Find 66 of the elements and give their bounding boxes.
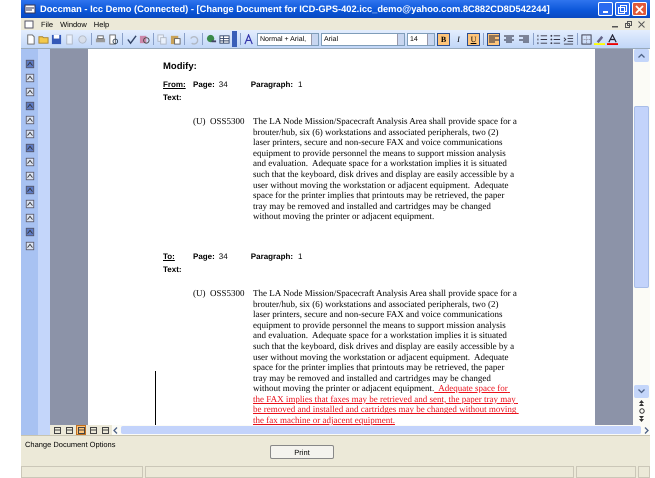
next-page-icon[interactable] <box>639 416 644 422</box>
indent-icon[interactable] <box>563 34 574 44</box>
chevron-up-icon <box>638 53 645 58</box>
view-button[interactable] <box>76 425 86 435</box>
window-title: Doccman - Icc Demo (Connected) - [Change Document for ICD-GPS-402.icc_demo@yahoo.com.8C882CD8D542244] <box>40 4 551 14</box>
modify-heading: Modify: <box>163 61 198 72</box>
styles-icon[interactable] <box>244 34 255 44</box>
view-button[interactable] <box>100 425 110 435</box>
paste-icon[interactable] <box>170 34 181 44</box>
numbered-list-icon[interactable] <box>537 34 548 44</box>
paragraph-label: Paragraph: <box>250 80 294 89</box>
browse-object-icon[interactable] <box>638 408 644 414</box>
chevron-down-icon <box>638 389 645 394</box>
preview-icon[interactable] <box>108 34 119 44</box>
paragraph-number: 1 <box>298 252 302 261</box>
section-label: To: <box>163 252 176 261</box>
previous-page-icon[interactable] <box>639 400 644 406</box>
spellcheck-icon[interactable] <box>126 34 137 44</box>
requirement-id: OSS5300 <box>210 116 246 128</box>
classification-marking: (U) <box>193 116 206 128</box>
requirement-id: OSS5300 <box>210 288 246 300</box>
paragraph-label: Paragraph: <box>250 252 294 261</box>
print-icon[interactable] <box>95 34 106 44</box>
new-page-icon[interactable] <box>25 34 36 44</box>
view-button[interactable] <box>64 425 74 435</box>
requirement-text: The LA Node Mission/Spacecraft Analysis Area shall provide space for a brouter/hub, six (6) workstations and associated peripherals, two (2) laser printers, secure and non-secure FAX and voice communications equipment to provide personnel the means to support mission analysis and evaluation. Adequate space for a workstation implies it is situated such that the keyboard, disk drives and display are easily accessible by a user without moving the workstation or adjacent equipment. Adequate space for the printer implies that printouts may be retrieved, the paper tray may be removed and installed and cartridges may be changed without moving the printer or adjacent equipment. <box>253 116 517 222</box>
table-icon[interactable] <box>219 34 230 44</box>
format-button[interactable]: I <box>452 32 465 46</box>
minimize-button[interactable] <box>598 2 613 16</box>
close-icon[interactable] <box>638 20 645 28</box>
format-button[interactable]: B <box>437 32 450 46</box>
format-button[interactable]: U <box>467 32 480 46</box>
bullet-list-icon[interactable] <box>550 34 561 44</box>
view-button[interactable] <box>88 425 98 435</box>
scroll-thumb[interactable] <box>634 106 649 288</box>
vertical-scrollbar[interactable] <box>633 49 650 425</box>
paragraph-number: 1 <box>298 80 302 89</box>
text-label: Text: <box>163 93 183 102</box>
highlighter-icon[interactable] <box>594 34 605 44</box>
border-icon[interactable] <box>581 34 592 44</box>
page-label: Page: <box>193 80 215 89</box>
scroll-down-button[interactable] <box>634 385 649 398</box>
close-icon <box>635 4 644 14</box>
maximize-button[interactable] <box>615 2 630 16</box>
chevron-right-icon[interactable] <box>644 426 650 434</box>
close-button[interactable] <box>632 2 647 16</box>
save-icon[interactable] <box>51 34 62 44</box>
document-icon <box>24 20 34 28</box>
text-label: Text: <box>163 264 183 274</box>
scroll-up-button[interactable] <box>634 49 649 62</box>
folder-icon[interactable] <box>38 34 49 44</box>
section-label: From: <box>163 80 187 89</box>
chevron-left-icon[interactable] <box>112 426 118 434</box>
align-left-button[interactable] <box>487 32 500 46</box>
page-number: 34 <box>218 80 229 89</box>
scroll-thumb[interactable] <box>121 426 641 434</box>
classification-marking: (U) <box>193 288 206 300</box>
page-number: 34 <box>218 252 229 261</box>
font-color-icon[interactable] <box>607 34 618 44</box>
page-label: Page: <box>193 252 215 261</box>
align-center-button[interactable] <box>502 32 515 46</box>
view-button[interactable] <box>52 425 62 435</box>
horizontal-scrollbar[interactable] <box>112 425 650 435</box>
app-icon <box>24 3 36 15</box>
requirement-text: The LA Node Mission/Spacecraft Analysis Area shall provide space for a brouter/hub, six (6) workstations and associated peripherals, two (2) laser printers, secure and non-secure FAX and voice communications equipment to provide personnel the means to support mission analysis and evaluation. Adequate space for a workstation implies it is situated such that the keyboard, disk drives and display are easily accessible by a user without moving the workstation or adjacent equipment. Adequate space for the printer implies that printouts may be retrieved, the paper tray may be removed and installed and cartridges may be changed without moving the printer or adjacent equipment. Adequate space for the FAX implies that faxes may be retrieved and sent, the paper tray may be removed and installed and cartridges may be changed without moving the fax machine or adjacent equipment. <box>253 288 517 425</box>
align-right-button[interactable] <box>517 32 530 46</box>
